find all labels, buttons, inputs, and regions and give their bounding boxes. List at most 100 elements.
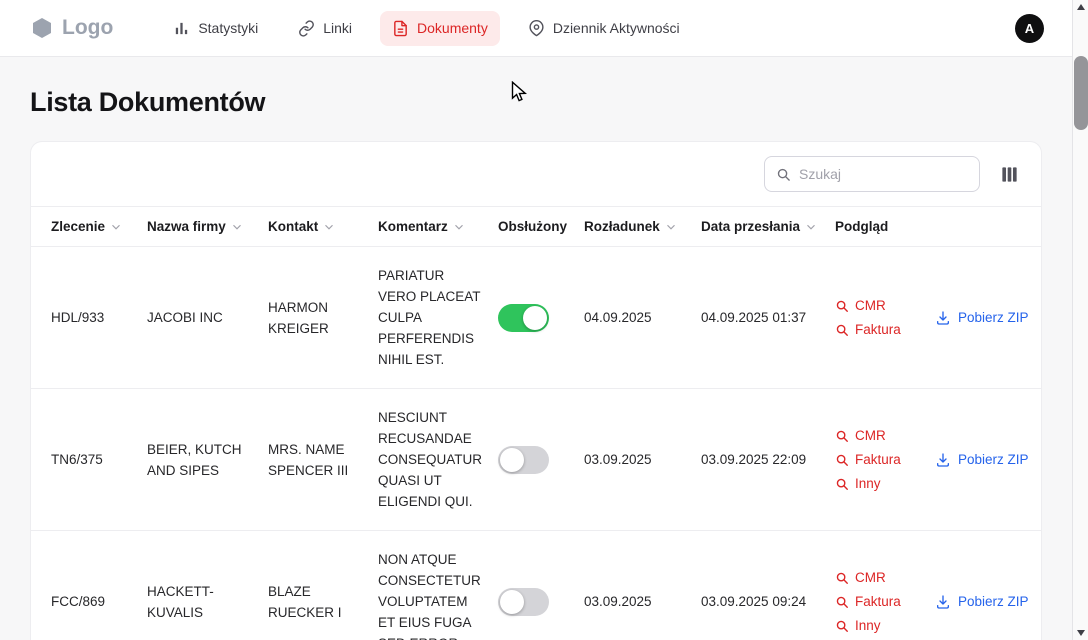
table-row: HDL/933JACOBI INCHARMON KREIGERPARIATUR … bbox=[31, 247, 1041, 389]
cell-download: Pobierz ZIP bbox=[935, 389, 1041, 531]
toggle-knob bbox=[523, 306, 547, 330]
preview-link-inny[interactable]: Inny bbox=[835, 473, 923, 494]
nav-item-linki[interactable]: Linki bbox=[286, 11, 364, 46]
documents-table: Zlecenie Nazwa firmy Kontakt Komentarz O… bbox=[31, 206, 1041, 640]
cell-zlecenie: FCC/869 bbox=[31, 531, 147, 640]
cell-data-przeslania: 03.09.2025 22:09 bbox=[701, 389, 835, 531]
magnifier-icon bbox=[835, 323, 849, 337]
preview-link-faktura[interactable]: Faktura bbox=[835, 591, 923, 612]
nav-menu: Statystyki Linki Dokumenty Dziennik Akty… bbox=[161, 11, 1015, 46]
cell-download: Pobierz ZIP bbox=[935, 531, 1041, 640]
nav-item-dokumenty[interactable]: Dokumenty bbox=[380, 11, 500, 46]
cell-zlecenie: TN6/375 bbox=[31, 389, 147, 531]
cell-data-przeslania: 04.09.2025 01:37 bbox=[701, 247, 835, 389]
nav-item-label: Dziennik Aktywności bbox=[553, 20, 680, 36]
app-window: Logo Statystyki Linki Dokumenty Dziennik… bbox=[0, 0, 1072, 640]
toggle-knob bbox=[500, 448, 524, 472]
preview-link-cmr[interactable]: CMR bbox=[835, 295, 923, 316]
nav-item-dziennik-aktywnosci[interactable]: Dziennik Aktywności bbox=[516, 11, 692, 46]
link-icon bbox=[298, 20, 315, 37]
sort-chevron-icon bbox=[322, 220, 336, 234]
obsluzony-toggle[interactable] bbox=[498, 588, 549, 616]
col-header-podglad: Podgląd bbox=[835, 207, 935, 247]
cell-rozladunek: 03.09.2025 bbox=[584, 389, 701, 531]
scrollbar-up-arrow[interactable] bbox=[1073, 0, 1088, 14]
scrollbar[interactable] bbox=[1072, 0, 1088, 640]
nav-item-label: Dokumenty bbox=[417, 20, 488, 36]
columns-icon bbox=[1000, 165, 1019, 184]
preview-link-faktura[interactable]: Faktura bbox=[835, 319, 923, 340]
search-icon bbox=[776, 167, 791, 182]
col-header-rozladunek[interactable]: Rozładunek bbox=[584, 207, 701, 247]
documents-card: Zlecenie Nazwa firmy Kontakt Komentarz O… bbox=[30, 141, 1042, 640]
cell-zlecenie: HDL/933 bbox=[31, 247, 147, 389]
nav-item-label: Statystyki bbox=[198, 20, 258, 36]
user-avatar[interactable]: A bbox=[1015, 14, 1044, 43]
magnifier-icon bbox=[835, 571, 849, 585]
magnifier-icon bbox=[835, 429, 849, 443]
columns-view-button[interactable] bbox=[996, 161, 1023, 188]
sort-chevron-icon bbox=[452, 220, 466, 234]
col-header-obsluzony: Obsłużony bbox=[498, 207, 584, 247]
magnifier-icon bbox=[835, 477, 849, 491]
page-title: Lista Dokumentów bbox=[30, 87, 1042, 118]
table-body: HDL/933JACOBI INCHARMON KREIGERPARIATUR … bbox=[31, 247, 1041, 640]
table-row: FCC/869HACKETT-KUVALISBLAZE RUECKER INON… bbox=[31, 531, 1041, 640]
scrollbar-thumb[interactable] bbox=[1074, 56, 1088, 130]
download-zip-link[interactable]: Pobierz ZIP bbox=[935, 449, 1029, 470]
card-toolbar bbox=[31, 142, 1041, 206]
cell-kontakt: HARMON KREIGER bbox=[268, 247, 378, 389]
col-header-nazwa-firmy[interactable]: Nazwa firmy bbox=[147, 207, 268, 247]
cell-data-przeslania: 03.09.2025 09:24 bbox=[701, 531, 835, 640]
search-box bbox=[764, 156, 980, 192]
cell-obsluzony bbox=[498, 389, 584, 531]
col-header-kontakt[interactable]: Kontakt bbox=[268, 207, 378, 247]
obsluzony-toggle[interactable] bbox=[498, 446, 549, 474]
cell-download: Pobierz ZIP bbox=[935, 247, 1041, 389]
app-logo[interactable]: Logo bbox=[30, 16, 113, 40]
col-header-komentarz[interactable]: Komentarz bbox=[378, 207, 498, 247]
logo-text: Logo bbox=[62, 16, 113, 40]
col-header-zlecenie[interactable]: Zlecenie bbox=[31, 207, 147, 247]
table-row: TN6/375BEIER, KUTCH AND SIPESMRS. NAME S… bbox=[31, 389, 1041, 531]
magnifier-icon bbox=[835, 299, 849, 313]
cell-podglad: CMR Faktura bbox=[835, 247, 935, 389]
bar-chart-icon bbox=[173, 20, 190, 37]
nav-item-statystyki[interactable]: Statystyki bbox=[161, 11, 270, 46]
preview-link-cmr[interactable]: CMR bbox=[835, 425, 923, 446]
cell-komentarz: NON ATQUE CONSECTETUR VOLUPTATEM ET EIUS… bbox=[378, 531, 498, 640]
col-header-download bbox=[935, 207, 1041, 247]
cell-komentarz: NESCIUNT RECUSANDAE CONSEQUATUR QUASI UT… bbox=[378, 389, 498, 531]
top-navigation: Logo Statystyki Linki Dokumenty Dziennik… bbox=[0, 0, 1072, 57]
download-zip-link[interactable]: Pobierz ZIP bbox=[935, 591, 1029, 612]
preview-link-cmr[interactable]: CMR bbox=[835, 567, 923, 588]
table-header-row: Zlecenie Nazwa firmy Kontakt Komentarz O… bbox=[31, 207, 1041, 247]
scrollbar-down-arrow[interactable] bbox=[1073, 626, 1088, 640]
download-zip-link[interactable]: Pobierz ZIP bbox=[935, 307, 1029, 328]
search-input[interactable] bbox=[799, 166, 968, 182]
download-icon bbox=[935, 452, 951, 468]
download-icon bbox=[935, 594, 951, 610]
col-header-data-przeslania[interactable]: Data przesłania bbox=[701, 207, 835, 247]
cell-podglad: CMR Faktura Inny bbox=[835, 389, 935, 531]
cell-nazwa-firmy: BEIER, KUTCH AND SIPES bbox=[147, 389, 268, 531]
logo-cube-icon bbox=[30, 16, 54, 40]
sort-chevron-icon bbox=[230, 220, 244, 234]
avatar-initial: A bbox=[1025, 21, 1034, 36]
cell-obsluzony bbox=[498, 531, 584, 640]
cell-nazwa-firmy: JACOBI INC bbox=[147, 247, 268, 389]
map-pin-icon bbox=[528, 20, 545, 37]
main-content: Lista Dokumentów Zle bbox=[0, 87, 1072, 640]
preview-link-faktura[interactable]: Faktura bbox=[835, 449, 923, 470]
magnifier-icon bbox=[835, 595, 849, 609]
magnifier-icon bbox=[835, 619, 849, 633]
sort-chevron-icon bbox=[804, 220, 818, 234]
cell-rozladunek: 04.09.2025 bbox=[584, 247, 701, 389]
cell-podglad: CMR Faktura Inny bbox=[835, 531, 935, 640]
document-icon bbox=[392, 20, 409, 37]
obsluzony-toggle[interactable] bbox=[498, 304, 549, 332]
preview-link-inny[interactable]: Inny bbox=[835, 615, 923, 636]
download-icon bbox=[935, 310, 951, 326]
cell-kontakt: MRS. NAME SPENCER III bbox=[268, 389, 378, 531]
cell-kontakt: BLAZE RUECKER I bbox=[268, 531, 378, 640]
